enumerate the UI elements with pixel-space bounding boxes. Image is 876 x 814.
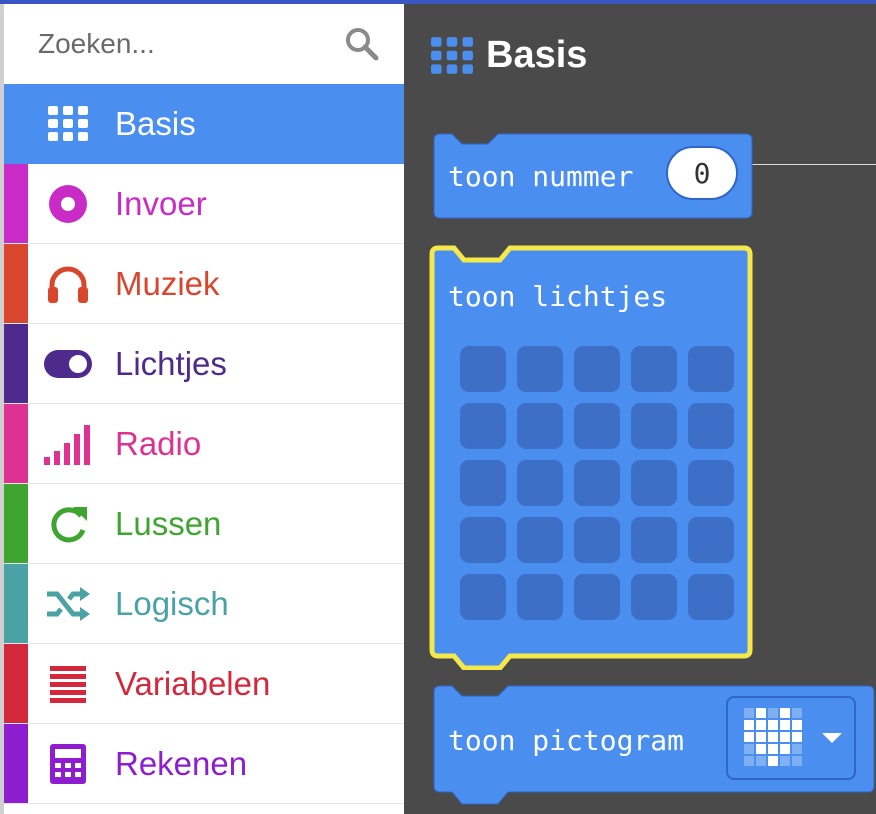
icon-dropdown[interactable] [726,696,856,780]
led-cell[interactable] [688,460,734,506]
led-cell[interactable] [460,346,506,392]
led-cell[interactable] [631,517,677,563]
shuffle-icon [44,584,92,624]
led-cell[interactable] [688,403,734,449]
flyout-title-text: Basis [486,34,588,76]
led-cell[interactable] [574,574,620,620]
category-label: Invoer [115,184,207,222]
category-label: Lussen [115,504,222,542]
toolbox-sidebar: Zoeken... Basis Invoer Muziek Lichtjes R… [0,4,404,814]
category-color-bar [4,724,28,803]
search-box[interactable]: Zoeken... [4,4,404,84]
led-cell[interactable] [460,403,506,449]
led-cell[interactable] [631,403,677,449]
grid-icon [44,104,92,144]
show-number-block[interactable]: toon nummer 0 [432,132,754,222]
category-rekenen[interactable]: Rekenen [4,724,404,804]
list-lines-icon [44,664,92,704]
category-color-bar [4,564,28,643]
search-icon[interactable] [344,26,380,62]
signal-bars-icon [44,424,92,465]
category-basis[interactable]: Basis [4,84,404,164]
led-cell[interactable] [517,403,563,449]
category-muziek[interactable]: Muziek [4,244,404,324]
led-cell[interactable] [631,346,677,392]
divider-line [750,164,876,165]
category-invoer[interactable]: Invoer [4,164,404,244]
category-label: Basis [115,105,196,142]
led-cell[interactable] [460,517,506,563]
heart-icon [744,708,802,766]
grid-icon [431,36,473,74]
category-label: Rekenen [115,744,248,782]
led-cell[interactable] [517,574,563,620]
led-cell[interactable] [688,346,734,392]
category-label: Variabelen [115,664,271,702]
led-cell[interactable] [517,460,563,506]
toggle-icon [44,344,92,384]
show-icon-block[interactable]: toon pictogram [432,684,876,810]
led-cell[interactable] [631,460,677,506]
led-cell[interactable] [631,574,677,620]
category-variabelen[interactable]: Variabelen [4,644,404,724]
block-label: toon lichtjes [448,280,668,313]
led-cell[interactable] [517,517,563,563]
search-input[interactable]: Zoeken... [38,28,344,60]
led-cell[interactable] [517,346,563,392]
category-lichtjes[interactable]: Lichtjes [4,324,404,404]
number-input[interactable]: 0 [666,146,738,200]
led-cell[interactable] [574,460,620,506]
led-cell[interactable] [460,574,506,620]
led-cell[interactable] [688,574,734,620]
category-color-bar [4,484,28,563]
category-radio[interactable]: Radio [4,404,404,484]
block-label: toon pictogram [448,724,685,757]
category-label: Logisch [115,584,229,622]
category-color-bar [4,324,28,403]
refresh-icon [44,504,92,544]
category-label: Muziek [115,264,220,302]
led-cell[interactable] [574,403,620,449]
category-logisch[interactable]: Logisch [4,564,404,644]
category-label: Lichtjes [115,344,227,382]
category-color-bar [4,644,28,723]
chevron-down-icon[interactable] [822,733,842,743]
category-lussen[interactable]: Lussen [4,484,404,564]
calculator-icon [44,744,92,784]
flyout-title: Basis [430,34,587,77]
category-color-bar [4,244,28,323]
led-cell[interactable] [574,346,620,392]
led-cell[interactable] [460,460,506,506]
led-cell[interactable] [688,517,734,563]
show-leds-block[interactable]: toon lichtjes [428,244,756,670]
blocks-workspace: Basis toon nummer 0 toon lichtjes toon p… [404,4,876,814]
led-cell[interactable] [574,517,620,563]
block-label: toon nummer [448,160,634,193]
category-label: Radio [115,424,202,462]
category-color-bar [4,404,28,483]
headphones-icon [44,264,92,304]
led-grid [460,346,734,620]
circle-dot-icon [44,184,92,224]
category-color-bar [4,164,28,243]
